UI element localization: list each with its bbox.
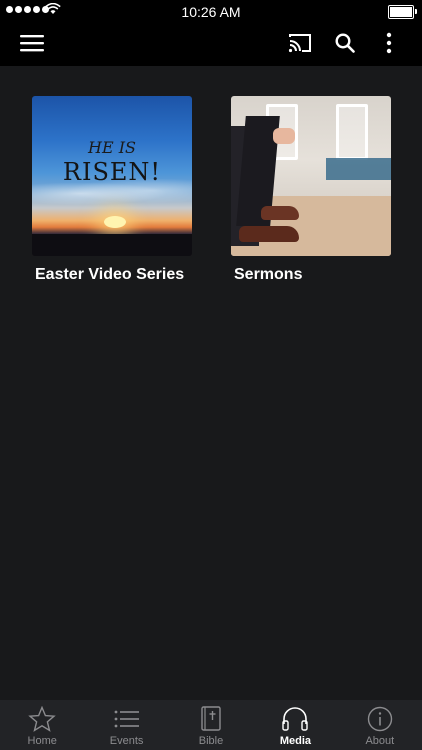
media-card-easter[interactable]: HE IS RISEN! Easter Video Series (32, 96, 192, 284)
search-icon[interactable] (335, 33, 355, 53)
bottom-tab-bar: Home Events Bible Media About (0, 700, 422, 750)
star-icon (28, 706, 56, 732)
tab-events[interactable]: Events (84, 700, 168, 750)
thumbnail-text-line1: HE IS (88, 138, 136, 157)
tab-about[interactable]: About (338, 700, 422, 750)
status-bar: 10:26 AM (0, 0, 422, 22)
tab-label: Home (27, 735, 57, 747)
media-grid: HE IS RISEN! Easter Video Series Sermons (0, 66, 422, 700)
menu-icon[interactable] (20, 34, 44, 52)
tab-media[interactable]: Media (253, 700, 337, 750)
list-icon (114, 710, 139, 728)
tab-label: Media (279, 735, 312, 747)
media-card-sermons[interactable]: Sermons (231, 96, 391, 284)
media-card-title[interactable]: Easter Video Series (32, 266, 192, 284)
cast-icon[interactable] (288, 33, 312, 53)
tab-label: Events (109, 735, 144, 747)
status-time: 10:26 AM (181, 4, 241, 20)
tab-label: About (365, 735, 395, 747)
easter-thumbnail[interactable]: HE IS RISEN! (32, 96, 192, 256)
thumbnail-text-line2: RISEN! (62, 158, 162, 186)
info-icon (367, 706, 393, 732)
top-navbar (0, 22, 422, 66)
tab-home[interactable]: Home (0, 700, 84, 750)
battery-icon (388, 5, 417, 19)
tab-label: Bible (198, 735, 224, 747)
media-card-title[interactable]: Sermons (231, 266, 391, 284)
tab-bible[interactable]: Bible (169, 700, 253, 750)
sermons-thumbnail[interactable] (231, 96, 391, 256)
headphones-icon (282, 707, 309, 731)
bible-icon (201, 706, 221, 731)
more-vertical-icon[interactable] (386, 32, 392, 54)
